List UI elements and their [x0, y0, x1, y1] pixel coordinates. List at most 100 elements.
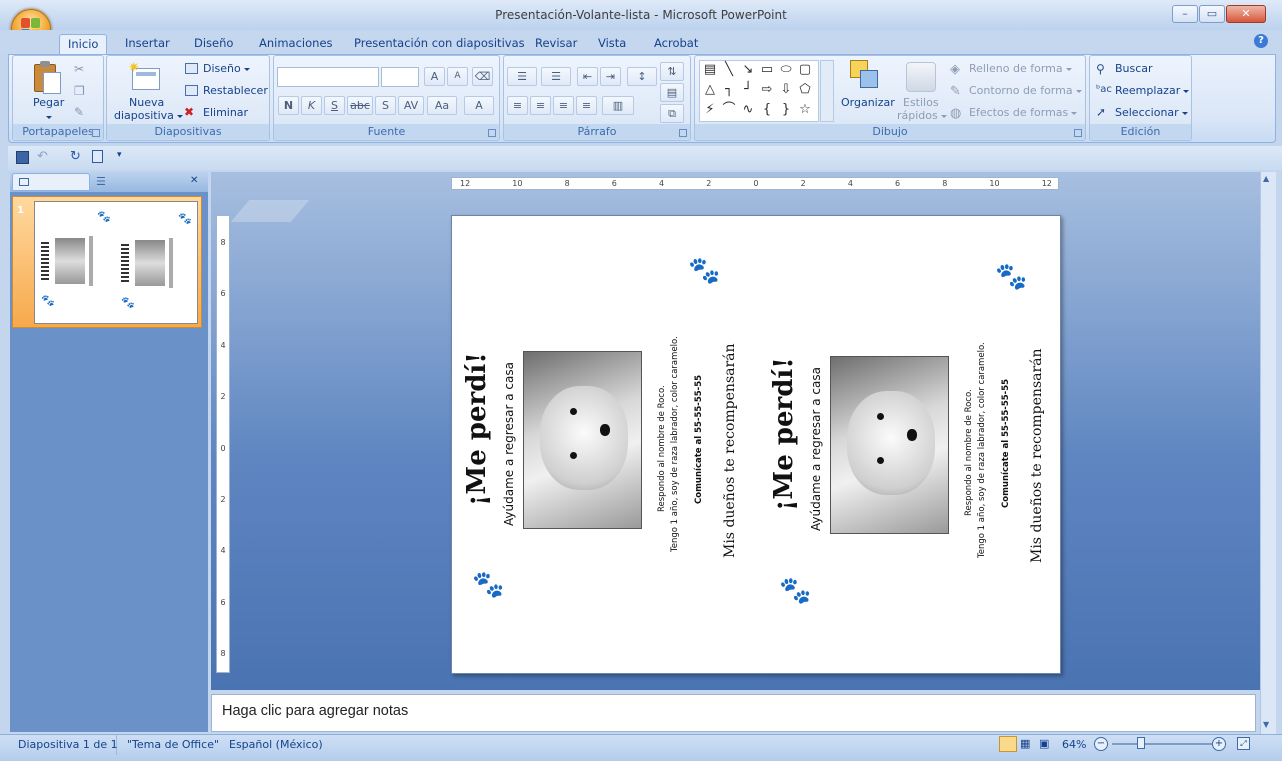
- notes-placeholder[interactable]: Haga clic para agregar notas: [222, 703, 408, 719]
- italic-button[interactable]: K: [301, 96, 322, 115]
- shapes-gallery-scroll[interactable]: [820, 60, 834, 122]
- line-spacing-icon[interactable]: ↕: [627, 67, 657, 86]
- flyer-subtitle[interactable]: Ayúdame a regresar a casa: [502, 362, 516, 526]
- rounded-rect-shape-icon[interactable]: ▢: [798, 63, 812, 76]
- tab-inicio[interactable]: Inicio: [59, 34, 108, 55]
- flyer-desc-1[interactable]: Respondo al nombre de Roco.: [657, 385, 667, 512]
- elbow-connector-icon[interactable]: ┐: [722, 83, 736, 96]
- horizontal-ruler[interactable]: 12 10 8 6 4 2 0 2 4 6 8 10 12: [451, 177, 1059, 190]
- line-shape-icon[interactable]: ╲: [722, 63, 736, 76]
- justify-icon[interactable]: ≡: [576, 96, 597, 115]
- font-color-button[interactable]: A: [464, 96, 494, 115]
- smartart-icon[interactable]: ⧉: [660, 104, 684, 123]
- flyer-reward[interactable]: Mis dueños te recompensarán: [722, 343, 738, 558]
- help-icon[interactable]: ?: [1254, 34, 1268, 48]
- tab-acrobat[interactable]: Acrobat: [646, 34, 706, 54]
- new-slide-icon[interactable]: ✷: [128, 60, 162, 92]
- pentagon-shape-icon[interactable]: ⬠: [798, 83, 812, 96]
- close-pane-icon[interactable]: ✕: [190, 175, 198, 186]
- puppy-photo[interactable]: [830, 356, 949, 534]
- align-right-icon[interactable]: ≡: [553, 96, 574, 115]
- increase-indent-icon[interactable]: ⇥: [600, 67, 621, 86]
- quick-styles-button[interactable]: rápidos: [897, 109, 947, 122]
- font-size-combo[interactable]: [381, 67, 419, 87]
- zoom-slider-track[interactable]: [1112, 743, 1212, 745]
- flyer-contact[interactable]: Comunícate al 55-55-55-55: [1001, 379, 1011, 508]
- normal-view-icon[interactable]: [999, 736, 1017, 752]
- curve-shape-icon[interactable]: ∿: [741, 103, 755, 116]
- puppy-photo[interactable]: [523, 351, 642, 529]
- star-shape-icon[interactable]: ☆: [798, 103, 812, 116]
- slideshow-view-icon[interactable]: ▣: [1039, 737, 1049, 750]
- underline-button[interactable]: S: [324, 96, 345, 115]
- save-icon[interactable]: [16, 151, 29, 164]
- oval-shape-icon[interactable]: ⬭: [779, 63, 793, 76]
- cut-icon[interactable]: ✂: [74, 62, 84, 76]
- slide-sorter-icon[interactable]: ▦: [1020, 737, 1030, 750]
- slides-tab[interactable]: [12, 173, 90, 191]
- reset-button[interactable]: Restablecer: [203, 84, 268, 97]
- elbow-arrow-icon[interactable]: ┘: [741, 83, 755, 96]
- align-left-icon[interactable]: ≡: [507, 96, 528, 115]
- flyer-headline[interactable]: ¡Me perdí!: [769, 357, 799, 511]
- rectangle-shape-icon[interactable]: ▭: [760, 63, 774, 76]
- copy-icon[interactable]: ❐: [74, 84, 85, 98]
- paste-button[interactable]: Pegar: [33, 96, 64, 109]
- status-theme[interactable]: "Tema de Office": [127, 738, 219, 751]
- outline-tab-icon[interactable]: ☰: [96, 175, 106, 188]
- arrow-line-shape-icon[interactable]: ↘: [741, 63, 755, 76]
- undo-icon[interactable]: ↶: [37, 149, 48, 164]
- scroll-down-icon[interactable]: ▼: [1263, 720, 1269, 729]
- flyer-contact[interactable]: Comunícate al 55-55-55-55: [694, 375, 704, 504]
- dialog-launcher-icon[interactable]: [679, 129, 687, 137]
- numbering-icon[interactable]: ☰: [541, 67, 571, 86]
- tab-vista[interactable]: Vista: [590, 34, 634, 54]
- format-painter-icon[interactable]: ✎: [74, 105, 84, 119]
- zoom-out-icon[interactable]: −: [1094, 737, 1108, 751]
- tab-animaciones[interactable]: Animaciones: [251, 34, 341, 54]
- align-text-icon[interactable]: ▤: [660, 83, 684, 102]
- slide-canvas[interactable]: 🐾 🐾 ¡Me perdí! Ayúdame a regresar a casa…: [451, 215, 1061, 674]
- down-arrow-shape-icon[interactable]: ⇩: [779, 83, 793, 96]
- scroll-up-icon[interactable]: ▲: [1263, 174, 1269, 183]
- arrange-button[interactable]: Organizar: [841, 96, 895, 109]
- status-language[interactable]: Español (México): [229, 738, 323, 751]
- flyer-reward[interactable]: Mis dueños te recompensarán: [1029, 348, 1045, 563]
- columns-icon[interactable]: ▥: [602, 96, 634, 115]
- tab-revisar[interactable]: Revisar: [527, 34, 585, 54]
- text-direction-icon[interactable]: ⇅: [660, 62, 684, 81]
- flyer-desc-2[interactable]: Tengo 1 año, soy de raza labrador, color…: [977, 342, 987, 558]
- dialog-launcher-icon[interactable]: [1074, 129, 1082, 137]
- shape-outline-button[interactable]: Contorno de forma: [969, 84, 1082, 97]
- flyer-headline[interactable]: ¡Me perdí!: [462, 352, 492, 506]
- shadow-button[interactable]: S: [375, 96, 396, 115]
- flyer-subtitle[interactable]: Ayúdame a regresar a casa: [809, 367, 823, 531]
- left-brace-icon[interactable]: {: [760, 103, 774, 116]
- tab-insertar[interactable]: Insertar: [117, 34, 178, 54]
- vertical-scrollbar[interactable]: ▲ ▼: [1260, 172, 1276, 734]
- align-center-icon[interactable]: ≡: [530, 96, 551, 115]
- change-case-button[interactable]: Aa: [427, 96, 457, 115]
- char-spacing-button[interactable]: AV: [398, 96, 424, 115]
- shrink-font-button[interactable]: A: [447, 67, 468, 86]
- right-brace-icon[interactable]: }: [779, 103, 793, 116]
- delete-button[interactable]: Eliminar: [203, 106, 248, 119]
- zoom-level[interactable]: 64%: [1062, 738, 1086, 751]
- bullets-icon[interactable]: ☰: [507, 67, 537, 86]
- right-arrow-shape-icon[interactable]: ⇨: [760, 83, 774, 96]
- zoom-slider-thumb[interactable]: [1137, 737, 1145, 749]
- qat-customize-icon[interactable]: ▾: [117, 150, 122, 160]
- minimize-button[interactable]: –: [1172, 5, 1198, 23]
- fit-to-window-icon[interactable]: ⤢: [1237, 737, 1250, 750]
- shape-fill-button[interactable]: Relleno de forma: [969, 62, 1072, 75]
- vertical-ruler[interactable]: 8 6 4 2 0 2 4 6 8: [216, 215, 230, 673]
- zoom-in-icon[interactable]: +: [1212, 737, 1226, 751]
- triangle-shape-icon[interactable]: △: [703, 83, 717, 96]
- find-button[interactable]: Buscar: [1115, 62, 1153, 75]
- font-name-combo[interactable]: [277, 67, 379, 87]
- shape-effects-button[interactable]: Efectos de formas: [969, 106, 1078, 119]
- close-button[interactable]: ✕: [1226, 5, 1266, 23]
- paste-icon[interactable]: [34, 60, 62, 94]
- dialog-launcher-icon[interactable]: [488, 129, 496, 137]
- replace-button[interactable]: Reemplazar: [1115, 84, 1190, 97]
